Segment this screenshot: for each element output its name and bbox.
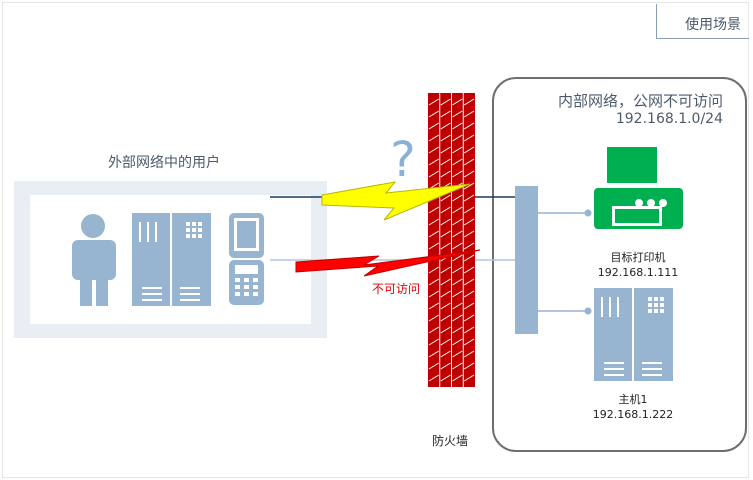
host-server-icon [594, 288, 673, 381]
server-icon [132, 213, 211, 306]
phone-icon [229, 260, 264, 305]
person-icon [72, 214, 116, 306]
question-mark: ? [390, 132, 415, 188]
printer-ip: 192.168.1.111 [597, 266, 679, 279]
printer-name: 目标打印机 [610, 251, 666, 264]
host-port [584, 307, 592, 315]
blocked-label: 不可访问 [372, 282, 421, 296]
firewall-label: 防火墙 [432, 434, 469, 448]
host-ip: 192.168.1.222 [592, 408, 674, 421]
tablet-icon [229, 213, 264, 258]
host-name: 主机1 [618, 393, 648, 406]
firewall-icon [428, 93, 475, 387]
switch-icon [515, 186, 538, 334]
printer-port [584, 209, 592, 217]
printer-icon [594, 147, 683, 229]
